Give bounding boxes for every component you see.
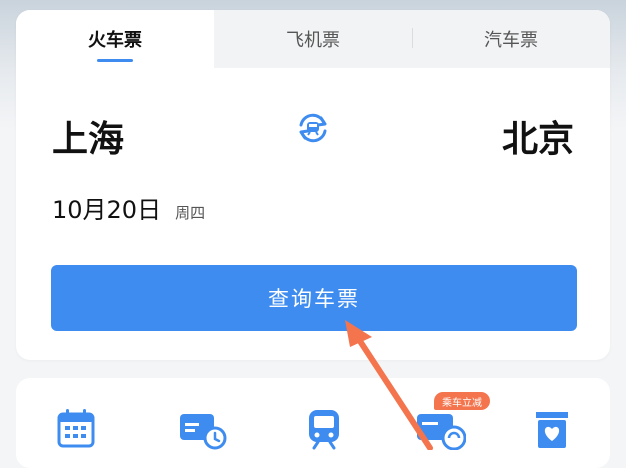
arrival-city[interactable]: 北京 <box>502 110 574 162</box>
tab-bus-tickets[interactable]: 汽车票 <box>412 10 610 68</box>
swap-stations-icon[interactable] <box>293 108 333 148</box>
ticket-discount-icon[interactable] <box>416 408 467 451</box>
ticket-search-card: 火车票 飞机票 汽车票 上海 北京 10月20日 周四 查询车票 <box>16 10 610 360</box>
tab-divider <box>412 28 413 48</box>
tab-train-tickets[interactable]: 火车票 <box>16 10 214 68</box>
weekday-label: 周四 <box>175 204 206 222</box>
ticket-type-tabs: 火车票 飞机票 汽车票 <box>16 10 610 68</box>
search-tickets-button[interactable]: 查询车票 <box>51 265 577 331</box>
date-value: 10月20日 <box>52 196 162 224</box>
train-icon[interactable] <box>304 408 344 450</box>
heart-box-icon[interactable] <box>532 408 572 450</box>
calendar-icon[interactable] <box>56 408 96 450</box>
shortcut-card: 乘车立减 <box>16 378 610 468</box>
tab-flight-tickets[interactable]: 飞机票 <box>214 10 412 68</box>
departure-city[interactable]: 上海 <box>52 110 124 162</box>
ticket-clock-icon[interactable] <box>179 408 227 450</box>
departure-date[interactable]: 10月20日 周四 <box>52 190 205 225</box>
